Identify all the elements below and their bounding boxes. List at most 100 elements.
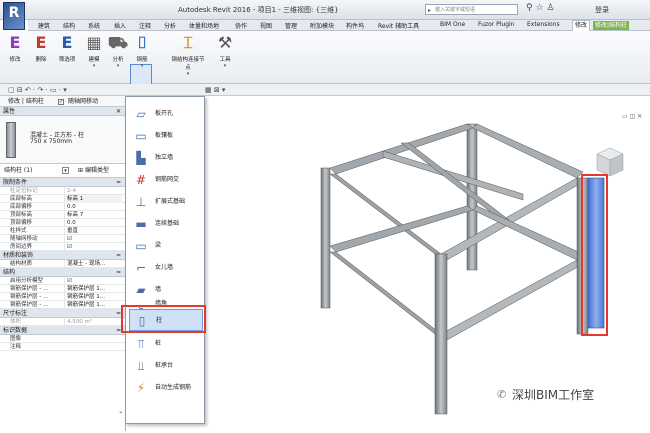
property-row[interactable]: 随轴网移动 ☑ — [0, 235, 125, 243]
filter-button[interactable]: E 筛选项 — [56, 33, 78, 63]
menu-item-parapet[interactable]: ⌐ 女儿墙 — [129, 257, 203, 279]
column[interactable] — [320, 167, 331, 309]
move-with-grid-checkbox[interactable]: ✓ — [58, 96, 64, 107]
viewport-window-controls[interactable]: ▭ ◫ ✕ — [622, 113, 642, 120]
beam[interactable] — [329, 251, 442, 335]
type-size: 750 x 750mm — [30, 138, 72, 145]
tab-addins[interactable]: 附加模块 — [310, 21, 334, 30]
tab-bim-one[interactable]: BIM One — [440, 21, 465, 28]
property-row[interactable]: 顶部标高 标高 7 — [0, 211, 125, 219]
revit-logo-icon[interactable]: R — [3, 2, 25, 30]
beam[interactable] — [472, 123, 584, 179]
highlight-box-column — [581, 174, 608, 336]
property-row[interactable]: 底部偏移 0.0 — [0, 203, 125, 211]
property-row[interactable]: 图像 — [0, 335, 125, 343]
tab-structure[interactable]: 结构 — [63, 21, 75, 30]
view-toolbar[interactable]: ▦ ⊠ ▾ — [205, 84, 265, 96]
slab-panel-icon: ▭ — [135, 129, 147, 143]
analyze-button[interactable]: ⛟ 分析 ▾ — [107, 33, 129, 69]
tab-modify-column[interactable]: 修改|结构柱 — [593, 21, 630, 30]
edit-type-button[interactable]: ⊞ 编辑类型 — [78, 164, 109, 178]
property-row[interactable]: 钢筋保护层 - ... 钢筋保护层 1... — [0, 301, 125, 309]
group-structural[interactable]: 结构 ≈ — [0, 268, 125, 277]
tab-manage[interactable]: 管理 — [285, 21, 297, 30]
search-input[interactable]: ▸ 键入关键字或短语 — [425, 4, 518, 15]
dropdown-icon[interactable]: ▾ — [62, 167, 69, 174]
user-icon[interactable]: ♙ — [546, 3, 554, 13]
group-identity[interactable]: 标识数据 ≈ — [0, 326, 125, 335]
pile-icon: ⫪ — [137, 337, 145, 351]
group-constraints[interactable]: 限制条件 ≈ — [0, 178, 125, 187]
star-icon[interactable]: ☆ — [535, 3, 543, 13]
tab-annotate[interactable]: 注释 — [139, 21, 151, 30]
menu-item-slab-panel[interactable]: ▭ 板镶板 — [129, 125, 203, 147]
tab-systems[interactable]: 系统 — [88, 21, 100, 30]
quick-access-toolbar[interactable]: ▢ ⊟ ↶ · ↷ · ▭ · ▾ — [0, 84, 650, 96]
scroll-down-icon[interactable]: ⌄ — [118, 407, 124, 415]
beam[interactable] — [329, 205, 474, 253]
tab-extensions[interactable]: Extensions — [527, 21, 560, 28]
column[interactable] — [434, 253, 448, 415]
tab-analyze[interactable]: 分析 — [164, 21, 176, 30]
close-icon[interactable]: ✕ — [116, 107, 121, 116]
type-selector[interactable]: 混凝土 - 正方形 - 柱 750 x 750mm — [0, 116, 125, 164]
property-row[interactable]: 柱样式 垂直 — [0, 227, 125, 235]
steel-connection-icon: ⌶ — [183, 33, 193, 52]
property-row[interactable]: 房间边界 ☑ — [0, 243, 125, 251]
property-row[interactable]: 结构材质 混凝土 - 现场... — [0, 260, 125, 268]
column-preview-icon — [6, 122, 16, 158]
beam[interactable] — [382, 150, 524, 201]
tab-view[interactable]: 视图 — [260, 21, 272, 30]
filter-icon: E — [61, 33, 73, 52]
binoculars-icon[interactable]: ⚲ — [526, 3, 533, 13]
model-button[interactable]: ▦ 建模 ▾ — [83, 33, 105, 69]
beam[interactable] — [400, 142, 510, 221]
tab-revit-tools[interactable]: Revit 辅助工具 — [378, 21, 419, 30]
beam-icon: ▭ — [135, 239, 147, 253]
menu-item-pile[interactable]: ⫪ 桩 — [129, 333, 203, 355]
property-row[interactable]: 钢筋保护层 - ... 钢筋保护层 1... — [0, 285, 125, 293]
toolbar-icons[interactable]: ⚲ ☆ ♙ — [526, 3, 555, 13]
menu-item-slab-opening[interactable]: ▱ 板开孔 — [129, 103, 203, 125]
wall-icon: ▙ — [136, 151, 146, 165]
steel-connection-button[interactable]: ⌶ 钢结构连接节点 ▾ — [170, 33, 206, 77]
tab-fuzor[interactable]: Fuzor Plugin — [478, 21, 515, 28]
chevron-down-icon: ▾ — [116, 63, 120, 69]
collapse-icon[interactable]: ≈ — [116, 178, 121, 187]
tools-button[interactable]: ⚒ 工具 ▾ — [214, 33, 236, 69]
menu-item-footing[interactable]: ⊥ 扩展式基础 — [129, 191, 203, 213]
menu-item-beam[interactable]: ▭ 梁 — [129, 235, 203, 257]
rebar-button[interactable]: ⌷ 钢筋 ▾ — [131, 33, 153, 69]
menu-item-auto-rebar[interactable]: ⚡ 自动生成钢筋 — [129, 377, 203, 399]
tab-architecture[interactable]: 建筑 — [38, 21, 50, 30]
menu-item-strip-footing[interactable]: ▬ 连续基础 — [129, 213, 203, 235]
modify-button[interactable]: E 修改 — [4, 33, 26, 63]
window-title: Autodesk Revit 2016 - 项目1 - 三维视图: {三维} — [178, 6, 339, 14]
menu-item-mesh[interactable]: # 钢筋网交 — [129, 169, 203, 191]
instance-selector[interactable]: 结构柱 (1) ▾ ⊞ 编辑类型 — [0, 164, 125, 178]
group-dimensions[interactable]: 尺寸标注 ≈ — [0, 309, 125, 318]
tab-massing[interactable]: 体量和场地 — [189, 21, 219, 30]
property-row[interactable]: 钢筋保护层 - ... 钢筋保护层 1... — [0, 293, 125, 301]
group-materials[interactable]: 材质和装饰 ≈ — [0, 251, 125, 260]
search-icon: ▸ — [428, 7, 432, 14]
tab-modify[interactable]: 修改 — [572, 20, 591, 31]
tab-collaborate[interactable]: 协作 — [235, 21, 247, 30]
collapse-icon[interactable]: ≈ — [116, 268, 121, 277]
properties-header: 属性 ✕ — [0, 107, 125, 116]
menu-item-pile-cap[interactable]: ⫫ 桩承台 — [129, 355, 203, 377]
login-link[interactable]: 登录 — [595, 5, 609, 15]
strip-footing-icon: ▬ — [135, 217, 147, 231]
delete-button[interactable]: E 删除 — [30, 33, 52, 63]
property-row[interactable]: 启用分析模型 ☑ — [0, 277, 125, 285]
ribbon-tabs: 建筑 结构 系统 插入 注释 分析 体量和场地 协作 视图 管理 附加模块 构件… — [28, 20, 650, 31]
property-row[interactable]: 底部标高 标高 1 — [0, 195, 125, 203]
tab-insert[interactable]: 插入 — [114, 21, 126, 30]
menu-item-wall[interactable]: ▙ 独立墙 — [129, 147, 203, 169]
property-row[interactable]: 顶部偏移 0.0 — [0, 219, 125, 227]
collapse-icon[interactable]: ≈ — [116, 251, 121, 260]
beam[interactable] — [329, 123, 474, 175]
beam[interactable] — [440, 259, 584, 341]
tab-component-dock[interactable]: 构件坞 — [346, 21, 364, 30]
property-row[interactable]: 注释 — [0, 343, 125, 351]
